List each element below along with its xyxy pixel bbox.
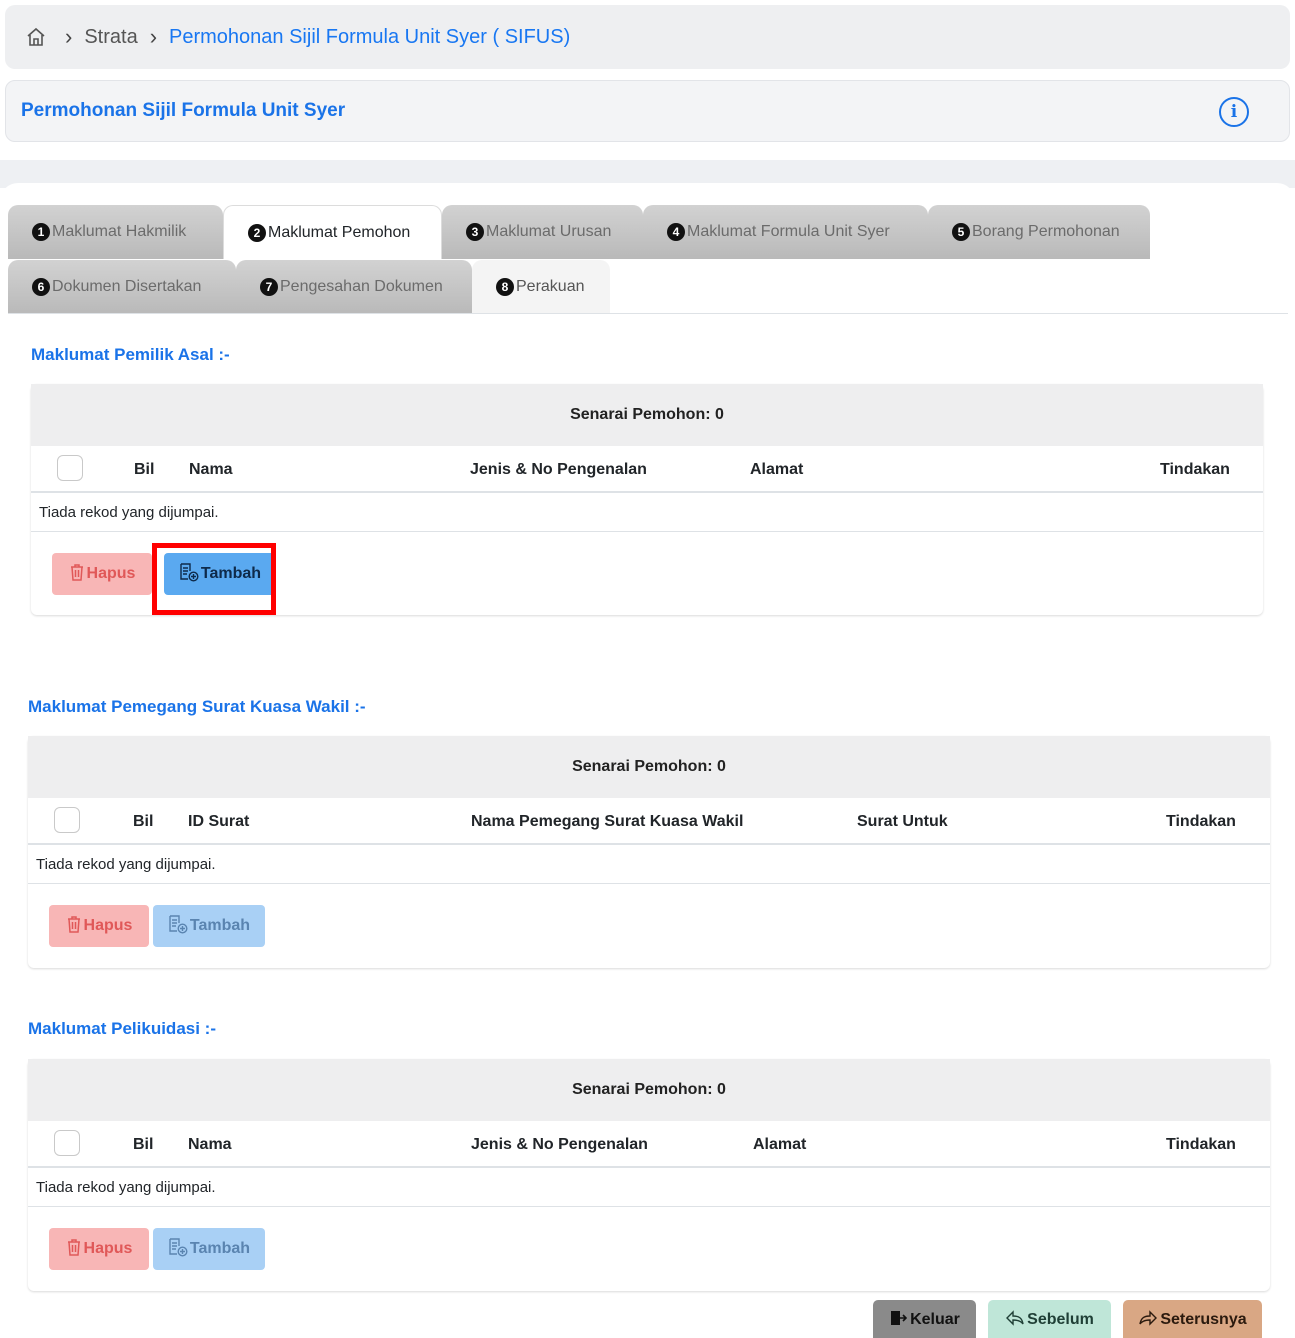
button-label: Keluar: [910, 1311, 960, 1328]
trash-icon: [66, 1238, 82, 1261]
forward-icon: [1138, 1309, 1158, 1331]
select-all-checkbox[interactable]: [57, 455, 83, 481]
tab-maklumat-pemohon[interactable]: 2 Maklumat Pemohon: [223, 205, 442, 259]
table-caption: Senarai Pemohon: 0: [28, 736, 1270, 798]
select-all-checkbox[interactable]: [54, 1130, 80, 1156]
next-button[interactable]: Seterusnya: [1123, 1300, 1262, 1338]
table-caption: Senarai Pemohon: 0: [28, 1059, 1270, 1121]
previous-button[interactable]: Sebelum: [988, 1300, 1111, 1338]
select-all-checkbox[interactable]: [54, 807, 80, 833]
tab-number: 4: [667, 223, 685, 241]
tab-maklumat-formula-unit-syer[interactable]: 4 Maklumat Formula Unit Syer: [643, 205, 928, 259]
liquidator-table-card: Senarai Pemohon: 0 Bil Nama Jenis & No P…: [28, 1059, 1270, 1291]
column-header: Bil: [134, 461, 155, 478]
breadcrumb-item-current[interactable]: Permohonan Sijil Formula Unit Syer ( SIF…: [169, 26, 570, 49]
tab-perakuan[interactable]: 8 Perakuan: [472, 260, 610, 314]
info-icon[interactable]: i: [1219, 97, 1249, 127]
button-label: Hapus: [83, 1240, 133, 1257]
trash-icon: [66, 915, 82, 938]
tab-label: Borang Permohonan: [972, 223, 1120, 240]
column-header: Nama: [189, 461, 233, 478]
button-label: Hapus: [86, 565, 136, 582]
tab-number: 1: [32, 223, 50, 241]
column-header: Surat Untuk: [857, 813, 948, 830]
delete-button[interactable]: Hapus: [52, 553, 152, 595]
column-header: Bil: [133, 813, 154, 830]
tab-label: Pengesahan Dokumen: [280, 278, 443, 295]
column-header: ID Surat: [188, 813, 250, 830]
tab-dokumen-disertakan[interactable]: 6 Dokumen Disertakan: [8, 260, 236, 314]
power-of-attorney-table-card: Senarai Pemohon: 0 Bil ID Surat Nama Pem…: [28, 736, 1270, 968]
table-header: Bil Nama Jenis & No Pengenalan Alamat Ti…: [31, 446, 1263, 493]
section-title: Maklumat Pelikuidasi :-: [28, 1019, 216, 1038]
button-label: Sebelum: [1027, 1311, 1094, 1328]
table-caption: Senarai Pemohon: 0: [31, 384, 1263, 446]
column-header: Nama: [188, 1136, 232, 1153]
column-header: Jenis & No Pengenalan: [470, 461, 647, 478]
table-header: Bil Nama Jenis & No Pengenalan Alamat Ti…: [28, 1121, 1270, 1168]
exit-button[interactable]: Keluar: [873, 1300, 976, 1338]
column-header: Alamat: [753, 1136, 807, 1153]
table-header: Bil ID Surat Nama Pemegang Surat Kuasa W…: [28, 798, 1270, 845]
button-label: Tambah: [189, 917, 251, 934]
tab-maklumat-urusan[interactable]: 3 Maklumat Urusan: [442, 205, 643, 259]
button-label: Tambah: [189, 1240, 251, 1257]
tab-divider: [8, 313, 1288, 314]
reply-icon: [1005, 1309, 1025, 1331]
tab-number: 6: [32, 278, 50, 296]
add-document-icon: [168, 914, 188, 939]
delete-button[interactable]: Hapus: [49, 1228, 149, 1270]
empty-message: Tiada rekod yang dijumpai.: [28, 1168, 1270, 1207]
tab-number: 2: [248, 223, 266, 242]
column-header: Jenis & No Pengenalan: [471, 1136, 648, 1153]
highlight-box: [152, 543, 276, 615]
page-header: Permohonan Sijil Formula Unit Syer i: [5, 80, 1290, 142]
tab-label: Maklumat Urusan: [486, 223, 612, 240]
tab-maklumat-hakmilik[interactable]: 1 Maklumat Hakmilik: [8, 205, 223, 259]
delete-button[interactable]: Hapus: [49, 905, 149, 947]
tab-number: 5: [952, 223, 970, 241]
button-label: Seterusnya: [1160, 1311, 1247, 1328]
column-header: Alamat: [750, 461, 804, 478]
tab-borang-permohonan[interactable]: 5 Borang Permohonan: [928, 205, 1150, 259]
column-header: Tindakan: [1160, 461, 1230, 478]
add-document-icon: [168, 1237, 188, 1262]
tab-label: Maklumat Hakmilik: [52, 223, 187, 240]
chevron-right-icon: ›: [149, 24, 158, 49]
empty-message: Tiada rekod yang dijumpai.: [31, 493, 1263, 532]
breadcrumb: › Strata › Permohonan Sijil Formula Unit…: [5, 5, 1290, 69]
exit-icon: [889, 1309, 908, 1332]
tab-pengesahan-dokumen[interactable]: 7 Pengesahan Dokumen: [236, 260, 472, 314]
add-button[interactable]: Tambah: [153, 905, 265, 947]
column-header: Bil: [133, 1136, 154, 1153]
tab-number: 7: [260, 278, 278, 296]
chevron-right-icon: ›: [65, 24, 73, 49]
section-title: Maklumat Pemilik Asal :-: [31, 345, 230, 364]
tab-label: Maklumat Formula Unit Syer: [687, 223, 890, 240]
home-icon[interactable]: [25, 26, 47, 48]
trash-icon: [69, 563, 85, 586]
empty-message: Tiada rekod yang dijumpai.: [28, 845, 1270, 884]
section-title: Maklumat Pemegang Surat Kuasa Wakil :-: [28, 697, 366, 716]
breadcrumb-item-strata[interactable]: Strata: [84, 26, 137, 49]
column-header: Nama Pemegang Surat Kuasa Wakil: [471, 813, 744, 830]
page-title: Permohonan Sijil Formula Unit Syer: [21, 100, 346, 121]
tab-label: Perakuan: [516, 278, 585, 295]
add-button[interactable]: Tambah: [153, 1228, 265, 1270]
tab-label: Maklumat Pemohon: [268, 223, 411, 241]
tab-number: 8: [496, 278, 514, 296]
button-label: Hapus: [83, 917, 133, 934]
tab-label: Dokumen Disertakan: [52, 278, 202, 295]
tab-number: 3: [466, 223, 484, 241]
column-header: Tindakan: [1166, 1136, 1236, 1153]
column-header: Tindakan: [1166, 813, 1236, 830]
